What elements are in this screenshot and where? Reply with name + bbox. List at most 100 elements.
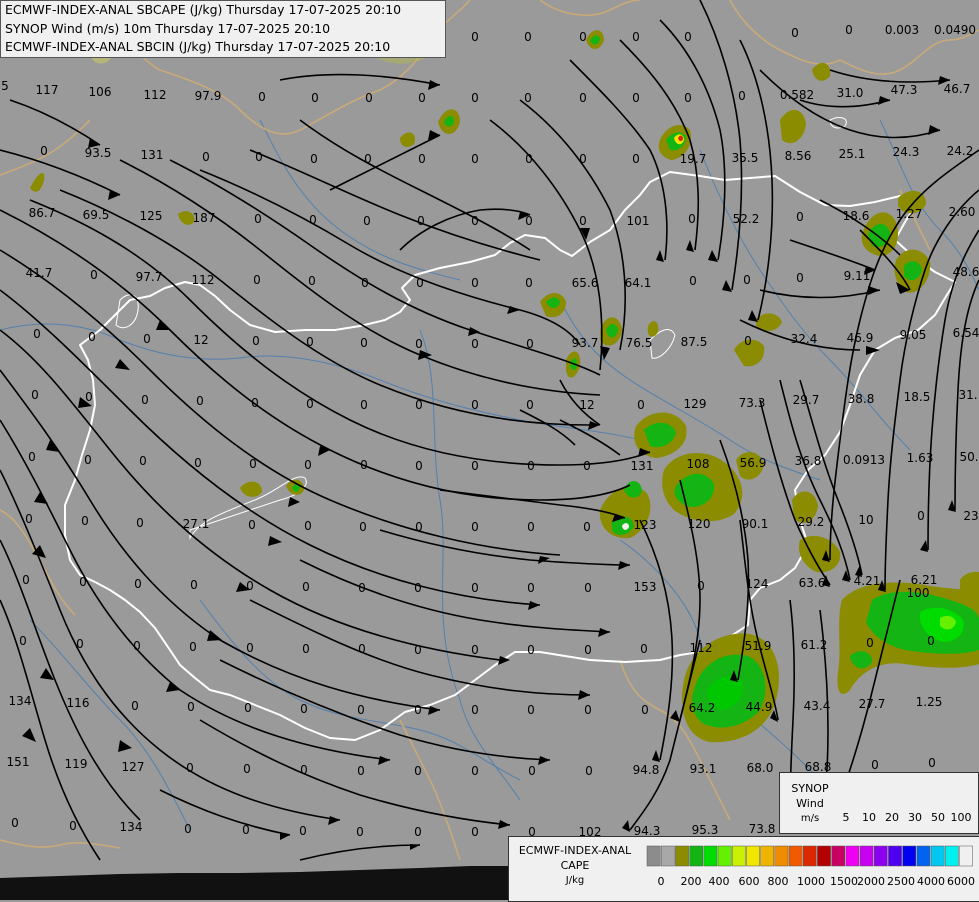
map-value-label: 0 [28,450,36,464]
map-value-label: 0 [306,397,314,411]
map-value-label: 0 [415,520,423,534]
map-value-label: 0 [189,640,197,654]
map-value-label: 0 [88,330,96,344]
map-value-label: 68.0 [747,761,774,775]
map-value-label: 0 [246,579,254,593]
cape-color-swatch [873,845,888,867]
map-value-label: 0 [689,274,697,288]
header-line-wind: SYNOP Wind (m/s) 10m Thursday 17-07-2025… [5,20,331,36]
header-line-cin: ECMWF-INDEX-ANAL SBCIN (J/kg) Thursday 1… [5,39,391,54]
map-value-label: 0 [302,642,310,656]
map-value-label: 0 [526,398,534,412]
map-value-label: 4.21 [854,574,881,588]
map-value-label: 0 [246,641,254,655]
map-value-label: 0 [415,459,423,473]
map-value-label: 0 [415,337,423,351]
map-value-label: 134 [9,694,32,708]
map-value-label: 47.3 [891,83,918,97]
map-value-label: 0 [637,398,645,412]
map-value-label: 95.3 [692,823,719,837]
cape-color-swatch [660,845,675,867]
map-value-label: 0 [299,824,307,838]
map-value-label: 90.1 [742,517,769,531]
map-value-label: 8.56 [785,149,812,163]
map-value-label: 0 [527,703,535,717]
cape-color-swatch [831,845,846,867]
map-value-label: 0 [917,509,925,523]
map-value-label: 93.1 [690,762,717,776]
map-value-label: 0 [584,703,592,717]
cape-tick-label: 2000 [857,875,885,888]
cape-color-swatch [859,845,874,867]
map-value-label: 0 [243,762,251,776]
map-value-label: 0 [632,152,640,166]
map-value-label: 0 [40,144,48,158]
map-value-label: 120 [688,517,711,531]
map-value-label: 112 [144,88,167,102]
map-value-label: 0 [365,91,373,105]
map-value-label: 24.3 [893,145,920,159]
synop-speed-label: 50 [931,811,945,824]
map-value-label: 31.0 [837,86,864,100]
synop-legend-labels: 5 10 20 30 50 100 [843,811,972,824]
map-value-label: 0 [585,764,593,778]
map-value-label: 0 [471,764,479,778]
map-value-label: 0 [471,337,479,351]
map-value-label: 123 [634,518,657,532]
map-value-label: 151 [7,755,30,769]
map-value-label: 41.7 [26,266,53,280]
map-value-label: 0 [579,214,587,228]
map-value-label: 0 [471,520,479,534]
cape-color-swatch [703,845,718,867]
map-value-label: 0 [22,573,30,587]
map-value-label: 0 [360,458,368,472]
map-value-label: 187 [193,211,216,225]
map-value-label: 46.9 [847,331,874,345]
map-value-label: 12 [579,398,594,412]
cape-tick-label: 800 [768,875,789,888]
map-value-label: 69.5 [83,208,110,222]
map-value-label: 0 [641,703,649,717]
map-value-label: 38.8 [848,392,875,406]
cape-color-swatch [760,845,775,867]
map-value-label: 43.4 [804,699,831,713]
map-value-label: 87.5 [681,335,708,349]
map-value-label: 0 [309,213,317,227]
map-stage: 00000000.0030.049060.50511710611297.9000… [0,0,979,902]
map-value-label: 0 [415,398,423,412]
map-value-label: 9.11 [844,269,871,283]
map-value-label: 18.5 [904,390,931,404]
cape-tick-label: 1500 [830,875,858,888]
map-value-label: 0 [302,580,310,594]
map-value-label: 0 [194,456,202,470]
map-value-label: 0 [134,577,142,591]
map-value-label: 1.63 [907,451,934,465]
map-value-label: 0.0913 [843,453,885,467]
map-value-label: 12 [193,333,208,347]
map-value-label: 48.6 [953,265,979,279]
map-value-label: 0 [311,91,319,105]
map-value-label: 0 [363,214,371,228]
cape-color-swatch [902,845,917,867]
map-value-label: 0 [190,578,198,592]
map-value-label: 0 [471,581,479,595]
map-value-label: 112 [192,273,215,287]
map-value-label: 0 [414,703,422,717]
map-value-label: 64.1 [625,276,652,290]
map-value-label: 24.2 [947,144,974,158]
cape-color-swatch [930,845,945,867]
cape-color-swatch [774,845,789,867]
map-value-label: 124 [746,577,769,591]
map-value-label: 0 [791,26,799,40]
map-value-label: 51.9 [745,639,772,653]
map-value-label: 1.27 [896,207,923,221]
map-value-label: 52.2 [733,212,760,226]
map-value-label: 0 [579,30,587,44]
map-value-label: 0 [471,276,479,290]
map-value-label: 117 [36,83,59,97]
map-value-label: 0 [76,637,84,651]
map-value-label: 0 [527,459,535,473]
map-value-label: 119 [65,757,88,771]
map-value-label: 0 [136,516,144,530]
map-value-label: 0 [418,91,426,105]
